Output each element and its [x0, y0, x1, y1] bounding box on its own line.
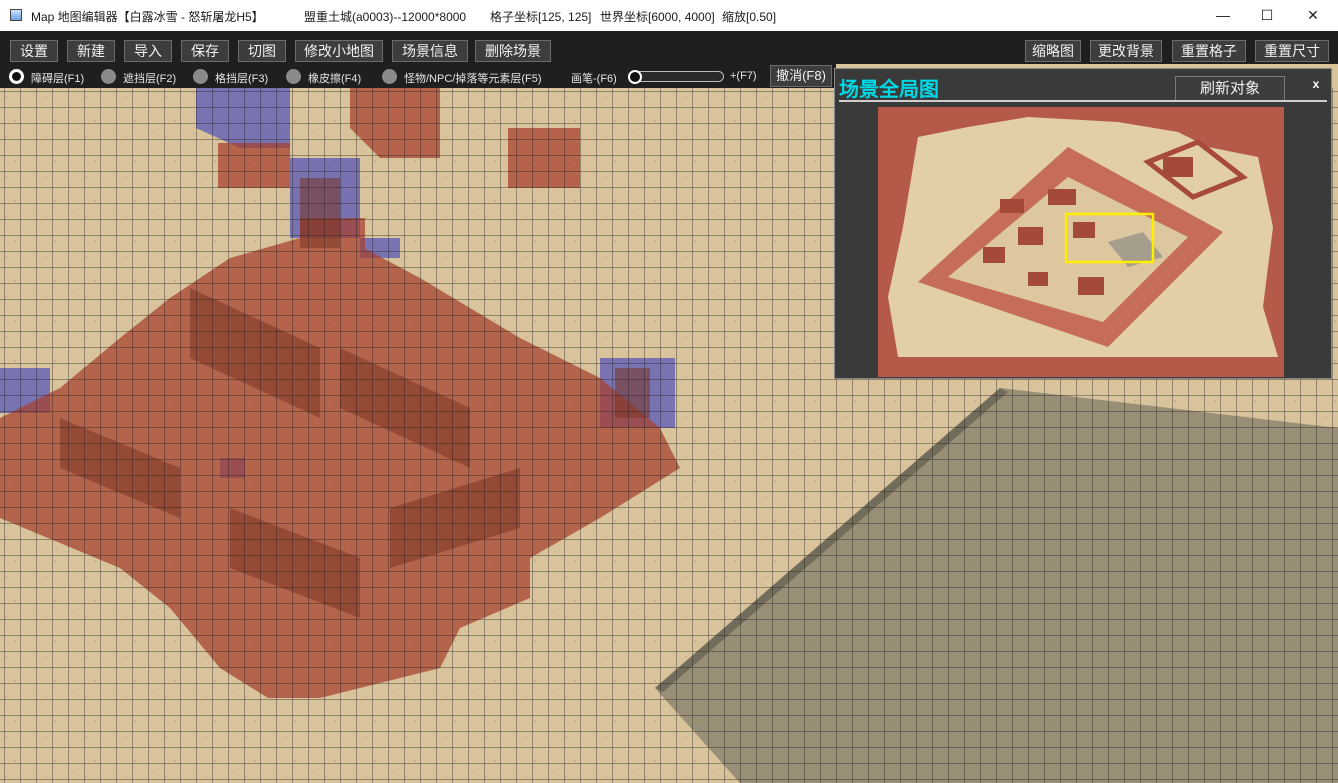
- map-name: 盟重土城(a0003)--12000*8000: [304, 10, 467, 24]
- overview-close-button[interactable]: x: [1308, 77, 1324, 93]
- edit-minimap-button[interactable]: 修改小地图: [295, 40, 383, 62]
- window-title: Map 地图编辑器【白露冰雪 - 怒斩屠龙H5】: [31, 10, 264, 24]
- layer-radio-elements[interactable]: [382, 69, 397, 84]
- maximize-button[interactable]: ☐: [1244, 0, 1290, 31]
- grid-coordinates: 格子坐标[125, 125]: [490, 10, 592, 24]
- minimap-image[interactable]: [878, 107, 1284, 377]
- layer-bar: 障碍层(F1) 遮挡层(F2) 格挡层(F3) 橡皮擦(F4) 怪物/NPC/掉…: [0, 64, 836, 88]
- reset-grid-button[interactable]: 重置格子: [1172, 40, 1246, 62]
- delete-scene-button[interactable]: 删除场景: [475, 40, 551, 62]
- main-toolbar: 设置 新建 导入 保存 切图 修改小地图 场景信息 删除场景 缩略图 更改背景 …: [0, 31, 1338, 64]
- scene-info-button[interactable]: 场景信息: [392, 40, 468, 62]
- layer-radio-eraser[interactable]: [286, 69, 301, 84]
- change-background-button[interactable]: 更改背景: [1090, 40, 1162, 62]
- overview-divider: [839, 100, 1327, 102]
- close-button[interactable]: ✕: [1290, 0, 1336, 31]
- settings-button[interactable]: 设置: [10, 40, 58, 62]
- world-coordinates: 世界坐标[6000, 4000]: [600, 10, 715, 24]
- reset-size-button[interactable]: 重置尺寸: [1255, 40, 1329, 62]
- layer-label-obstacle: 障碍层(F1): [31, 73, 85, 85]
- layer-label-eraser: 橡皮擦(F4): [308, 73, 362, 85]
- app-icon: [10, 9, 22, 21]
- undo-button[interactable]: 撤消(F8): [770, 65, 832, 87]
- layer-radio-occlusion[interactable]: [101, 69, 116, 84]
- layer-label-block: 格挡层(F3): [215, 73, 269, 85]
- scene-overview-panel: 场景全局图 刷新对象 x: [834, 68, 1332, 379]
- layer-radio-obstacle[interactable]: [9, 69, 24, 84]
- brush-minus-label: 画笔-(F6): [571, 73, 617, 85]
- import-button[interactable]: 导入: [124, 40, 172, 62]
- layer-radio-block[interactable]: [193, 69, 208, 84]
- title-bar: Map 地图编辑器【白露冰雪 - 怒斩屠龙H5】 盟重土城(a0003)--12…: [0, 0, 1338, 31]
- layer-label-elements: 怪物/NPC/掉落等元素层(F5): [404, 73, 542, 85]
- slice-button[interactable]: 切图: [238, 40, 286, 62]
- overview-title: 场景全局图: [839, 79, 939, 101]
- brush-plus-label: +(F7): [730, 70, 757, 82]
- layer-label-occlusion: 遮挡层(F2): [123, 73, 177, 85]
- brush-size-slider[interactable]: [628, 71, 724, 82]
- refresh-objects-button[interactable]: 刷新对象: [1175, 76, 1285, 102]
- minimize-button[interactable]: —: [1200, 0, 1246, 31]
- brush-size-slider-knob[interactable]: [628, 70, 642, 84]
- zoom-level: 缩放[0.50]: [722, 10, 777, 24]
- save-button[interactable]: 保存: [181, 40, 229, 62]
- thumbnail-button[interactable]: 缩略图: [1025, 40, 1081, 62]
- new-button[interactable]: 新建: [67, 40, 115, 62]
